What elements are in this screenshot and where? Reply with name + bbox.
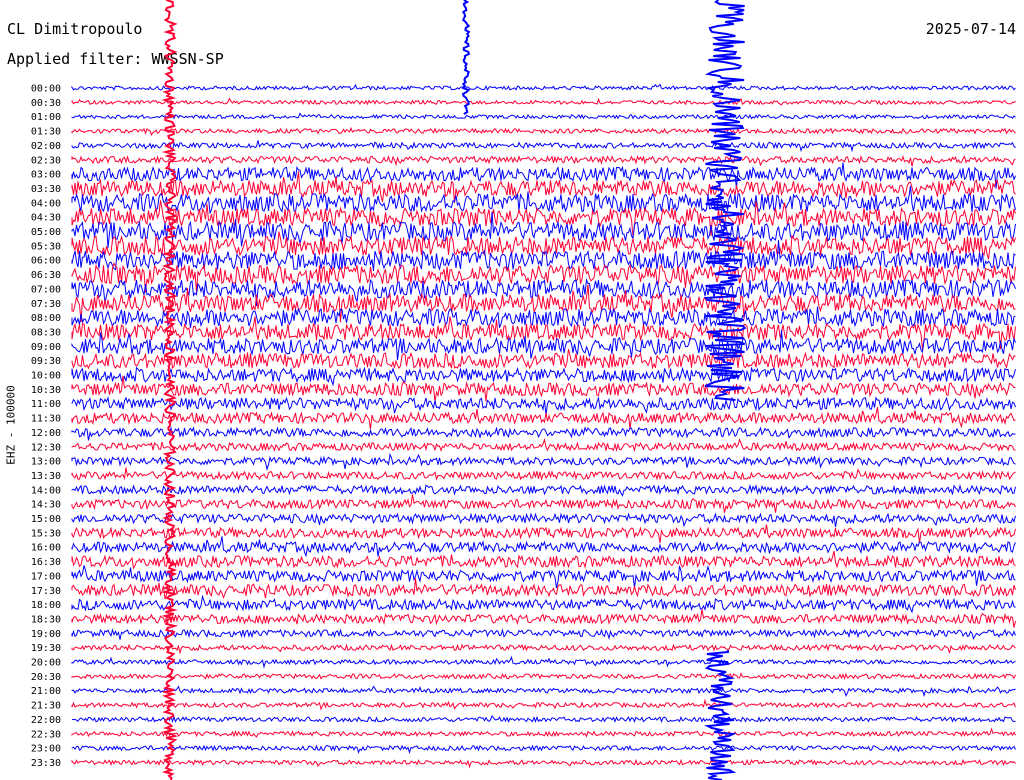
- row-time-label: 14:00: [31, 485, 61, 496]
- row-time-label: 03:30: [31, 184, 61, 195]
- trace-line: [71, 185, 1016, 214]
- row-time-label: 17:00: [31, 571, 61, 582]
- trace-line: [71, 655, 1016, 669]
- trace-line: [71, 628, 1016, 641]
- trace-line: [71, 426, 1016, 441]
- row-time-label: 12:30: [31, 442, 61, 453]
- row-time-label: 02:30: [31, 155, 61, 166]
- trace-line: [71, 407, 1016, 430]
- trace-line: [71, 112, 1016, 120]
- trace-line: [71, 494, 1016, 513]
- row-time-label: 12:00: [31, 428, 61, 439]
- trace-line: [71, 512, 1016, 528]
- trace-line: [71, 609, 1016, 628]
- row-time-label: 18:00: [31, 600, 61, 611]
- trace-line: [71, 685, 1016, 698]
- row-time-label: 07:00: [31, 284, 61, 295]
- trace-line: [71, 396, 1016, 416]
- row-time-label: 21:00: [31, 686, 61, 697]
- row-time-label: 17:30: [31, 586, 61, 597]
- row-time-label: 20:30: [31, 672, 61, 683]
- trace-line: [71, 565, 1016, 589]
- row-time-label: 18:30: [31, 614, 61, 625]
- row-time-label: 20:00: [31, 658, 61, 669]
- row-time-label: 06:30: [31, 270, 61, 281]
- row-time-label: 03:00: [31, 170, 61, 181]
- row-time-label: 09:30: [31, 356, 61, 367]
- row-time-label: 01:00: [31, 112, 61, 123]
- row-time-label: 23:30: [31, 758, 61, 769]
- row-time-label: 14:30: [31, 500, 61, 511]
- trace-line: [71, 375, 1016, 402]
- row-time-label: 16:30: [31, 557, 61, 568]
- row-time-label: 04:00: [31, 198, 61, 209]
- trace-line: [71, 578, 1016, 600]
- trace-line: [71, 483, 1016, 497]
- row-time-label: 06:00: [31, 256, 61, 267]
- row-time-label: 00:00: [31, 84, 61, 95]
- row-time-label: 21:30: [31, 701, 61, 712]
- trace-line: [71, 536, 1016, 558]
- trace-line: [71, 744, 1016, 755]
- trace-line: [71, 306, 1016, 328]
- row-time-label: 04:30: [31, 213, 61, 224]
- row-time-label: 19:00: [31, 629, 61, 640]
- event-burst: [461, 0, 471, 115]
- trace-line: [71, 758, 1016, 769]
- row-time-label: 13:30: [31, 471, 61, 482]
- row-time-label: 23:00: [31, 744, 61, 755]
- trace-line: [71, 524, 1016, 544]
- row-time-label: 13:00: [31, 457, 61, 468]
- trace-line: [71, 727, 1016, 738]
- row-time-label: 05:30: [31, 241, 61, 252]
- row-time-label: 07:30: [31, 299, 61, 310]
- row-time-label: 09:00: [31, 342, 61, 353]
- trace-line: [71, 154, 1016, 167]
- row-time-label: 00:30: [31, 98, 61, 109]
- trace-line: [71, 83, 1016, 92]
- row-time-label: 19:30: [31, 643, 61, 654]
- trace-line: [71, 366, 1016, 387]
- row-time-label: 02:00: [31, 141, 61, 152]
- seismogram-plot: 00:00 00:30 01:00 01:30 02:00 02:30 03:00 03:30…: [31, 0, 1016, 780]
- trace-line: [71, 672, 1016, 681]
- row-time-label: 08:00: [31, 313, 61, 324]
- row-time-label: 11:00: [31, 399, 61, 410]
- trace-line: [71, 231, 1016, 260]
- row-time-label: 11:30: [31, 414, 61, 425]
- trace-line: [71, 452, 1016, 472]
- trace-line: [71, 140, 1016, 153]
- row-time-label: 15:30: [31, 528, 61, 539]
- row-time-label: 22:30: [31, 729, 61, 740]
- trace-line: [71, 467, 1016, 482]
- trace-line: [71, 594, 1016, 614]
- row-time-label: 01:30: [31, 127, 61, 138]
- row-time-label: 05:00: [31, 227, 61, 238]
- row-time-label: 08:30: [31, 327, 61, 338]
- row-time-label: 10:00: [31, 371, 61, 382]
- trace-line: [71, 437, 1016, 453]
- row-time-label: 10:30: [31, 385, 61, 396]
- event-burst: [703, 0, 747, 401]
- trace-line: [71, 698, 1016, 711]
- trace-line: [71, 643, 1016, 655]
- trace-line: [71, 97, 1016, 106]
- row-time-label: 16:00: [31, 543, 61, 554]
- row-time-label: 22:00: [31, 715, 61, 726]
- row-time-label: 15:00: [31, 514, 61, 525]
- trace-line: [71, 550, 1016, 570]
- trace-line: [71, 715, 1016, 724]
- trace-line: [71, 126, 1016, 136]
